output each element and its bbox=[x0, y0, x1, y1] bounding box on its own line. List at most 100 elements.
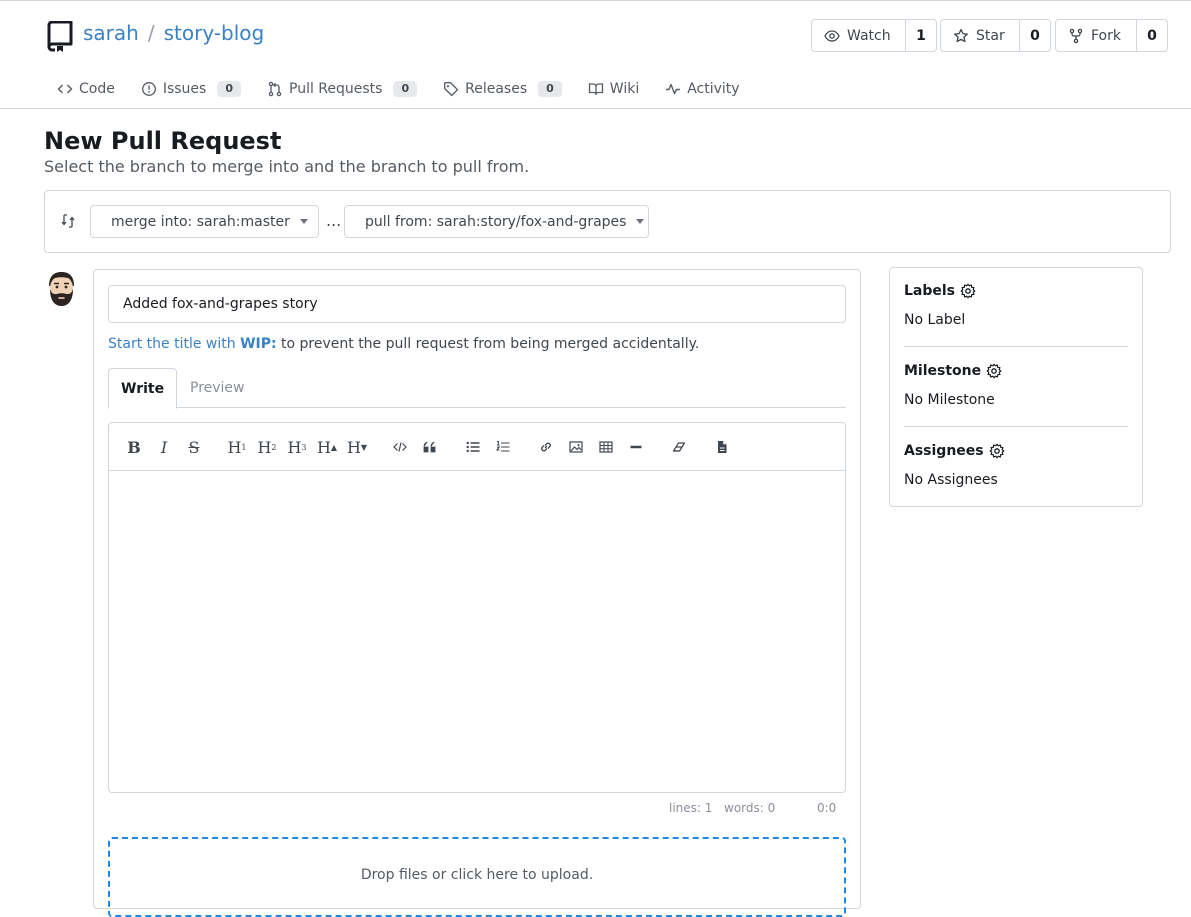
quote-icon[interactable] bbox=[419, 437, 441, 457]
assignees-title: Assignees bbox=[904, 443, 984, 459]
assignees-value: No Assignees bbox=[904, 472, 998, 488]
page-title: New Pull Request bbox=[44, 127, 282, 155]
star-icon bbox=[954, 28, 968, 42]
tab-write[interactable]: Write bbox=[108, 368, 177, 409]
tab-issues-label: Issues bbox=[162, 81, 207, 97]
tab-activity-label: Activity bbox=[687, 81, 740, 97]
editor-textarea[interactable] bbox=[109, 471, 845, 792]
tab-code[interactable]: Code bbox=[57, 81, 115, 97]
link-icon[interactable] bbox=[535, 437, 557, 457]
labels-header[interactable]: Labels bbox=[904, 283, 1128, 299]
branch-ellipsis: ... bbox=[326, 211, 342, 230]
fork-icon bbox=[1069, 28, 1083, 43]
horizontal-rule-icon[interactable] bbox=[625, 437, 647, 457]
tab-code-label: Code bbox=[79, 81, 115, 97]
heading-2-icon[interactable]: H2 bbox=[256, 437, 278, 457]
italic-icon[interactable]: I bbox=[153, 437, 175, 457]
labels-title: Labels bbox=[904, 283, 956, 299]
tab-releases-label: Releases bbox=[465, 81, 528, 97]
tab-wiki-label: Wiki bbox=[609, 81, 640, 97]
labels-value: No Label bbox=[904, 312, 966, 328]
unordered-list-icon[interactable] bbox=[462, 437, 484, 457]
pr-sidebar: Labels No Label Milestone No Milestone A… bbox=[889, 267, 1143, 507]
avatar[interactable] bbox=[45, 271, 78, 307]
watch-count[interactable]: 1 bbox=[906, 20, 936, 51]
caret-down-icon bbox=[299, 219, 308, 224]
fork-label: Fork bbox=[1091, 27, 1121, 44]
caret-down-icon bbox=[636, 219, 645, 224]
labels-section: Labels No Label bbox=[904, 283, 1128, 328]
sidebar-divider bbox=[904, 346, 1128, 347]
tab-pull-requests-label: Pull Requests bbox=[289, 81, 383, 97]
image-icon[interactable] bbox=[565, 437, 587, 457]
table-icon[interactable] bbox=[595, 437, 617, 457]
merge-into-dropdown[interactable]: merge into: sarah:master bbox=[90, 205, 319, 238]
pull-request-form: Start the title with WIP: to prevent the… bbox=[93, 269, 861, 917]
compare-icon bbox=[61, 214, 75, 228]
heading-bigger-icon[interactable]: H ▲ bbox=[316, 437, 338, 457]
fork-button[interactable]: Fork 0 bbox=[1055, 19, 1168, 52]
ordered-list-icon[interactable] bbox=[492, 437, 514, 457]
wip-hint-suffix: to prevent the pull request from being m… bbox=[281, 336, 700, 352]
bold-icon[interactable]: B bbox=[123, 437, 145, 457]
status-cursor: 0:0 bbox=[817, 801, 837, 815]
owner-link[interactable]: sarah bbox=[83, 21, 139, 45]
heading-smaller-icon[interactable]: H ▼ bbox=[346, 437, 368, 457]
milestone-header[interactable]: Milestone bbox=[904, 363, 1128, 379]
wip-keyword[interactable]: WIP: bbox=[240, 336, 277, 352]
pull-from-dropdown[interactable]: pull from: sarah:story/fox-and-grapes bbox=[344, 205, 649, 238]
assignees-section: Assignees No Assignees bbox=[904, 443, 1128, 488]
repo-name-link[interactable]: story-blog bbox=[164, 21, 265, 45]
star-count[interactable]: 0 bbox=[1020, 20, 1050, 51]
tab-write-label: Write bbox=[121, 380, 165, 397]
branch-selector-bar: merge into: sarah:master ... pull from: … bbox=[44, 190, 1171, 253]
tab-issues[interactable]: Issues 0 bbox=[141, 81, 241, 97]
assignees-header[interactable]: Assignees bbox=[904, 443, 1128, 459]
wip-hint-prefix[interactable]: Start the title with bbox=[108, 336, 236, 352]
page-subtitle: Select the branch to merge into and the … bbox=[44, 157, 530, 176]
releases-count-badge: 0 bbox=[538, 81, 562, 97]
repo-icon bbox=[47, 21, 73, 52]
strikethrough-icon[interactable]: S bbox=[183, 437, 205, 457]
markdown-editor: B I S H1 H2 H3 H ▲ H ▼ bbox=[108, 422, 846, 793]
star-button[interactable]: Star 0 bbox=[940, 19, 1051, 52]
milestone-section: Milestone No Milestone bbox=[904, 363, 1128, 408]
gear-icon[interactable] bbox=[960, 283, 976, 299]
editor-tabs: Write Preview bbox=[108, 368, 846, 409]
repo-title: sarah / story-blog bbox=[83, 19, 264, 47]
issues-count-badge: 0 bbox=[217, 81, 241, 97]
pull-requests-count-badge: 0 bbox=[393, 81, 418, 97]
gear-icon[interactable] bbox=[989, 443, 1005, 459]
tab-preview-label: Preview bbox=[190, 380, 245, 396]
watch-button[interactable]: Watch 1 bbox=[811, 19, 937, 52]
fork-count[interactable]: 0 bbox=[1137, 20, 1167, 51]
book-icon bbox=[588, 83, 603, 96]
tab-wiki[interactable]: Wiki bbox=[588, 81, 639, 97]
status-words: words: 0 bbox=[724, 801, 776, 815]
path-separator: / bbox=[147, 21, 155, 45]
tab-releases[interactable]: Releases 0 bbox=[443, 81, 562, 97]
file-dropzone[interactable]: Drop files or click here to upload. bbox=[108, 837, 846, 917]
dropzone-text: Drop files or click here to upload. bbox=[360, 867, 594, 883]
pulse-icon bbox=[666, 83, 681, 95]
tab-preview[interactable]: Preview bbox=[178, 368, 257, 408]
code-icon[interactable] bbox=[389, 437, 411, 457]
issue-icon bbox=[141, 82, 156, 96]
heading-1-icon[interactable]: H1 bbox=[226, 437, 248, 457]
status-lines: lines: 1 bbox=[669, 801, 713, 815]
eye-icon bbox=[824, 29, 840, 42]
wip-hint: Start the title with WIP: to prevent the… bbox=[108, 336, 699, 352]
tag-icon bbox=[444, 82, 459, 97]
title-input[interactable] bbox=[108, 285, 846, 323]
gear-icon[interactable] bbox=[986, 363, 1002, 379]
tab-pull-requests[interactable]: Pull Requests 0 bbox=[267, 81, 418, 97]
code-icon bbox=[57, 84, 73, 94]
tab-activity[interactable]: Activity bbox=[665, 81, 740, 97]
editor-toolbar: B I S H1 H2 H3 H ▲ H ▼ bbox=[109, 423, 845, 471]
file-icon[interactable] bbox=[711, 437, 733, 457]
eraser-icon[interactable] bbox=[668, 437, 690, 457]
watch-label: Watch bbox=[847, 27, 891, 44]
repo-header: sarah / story-blog Watch 1 Star 0 Fork 0 C… bbox=[0, 0, 1191, 109]
pull-request-icon bbox=[268, 81, 282, 97]
heading-3-icon[interactable]: H3 bbox=[286, 437, 308, 457]
